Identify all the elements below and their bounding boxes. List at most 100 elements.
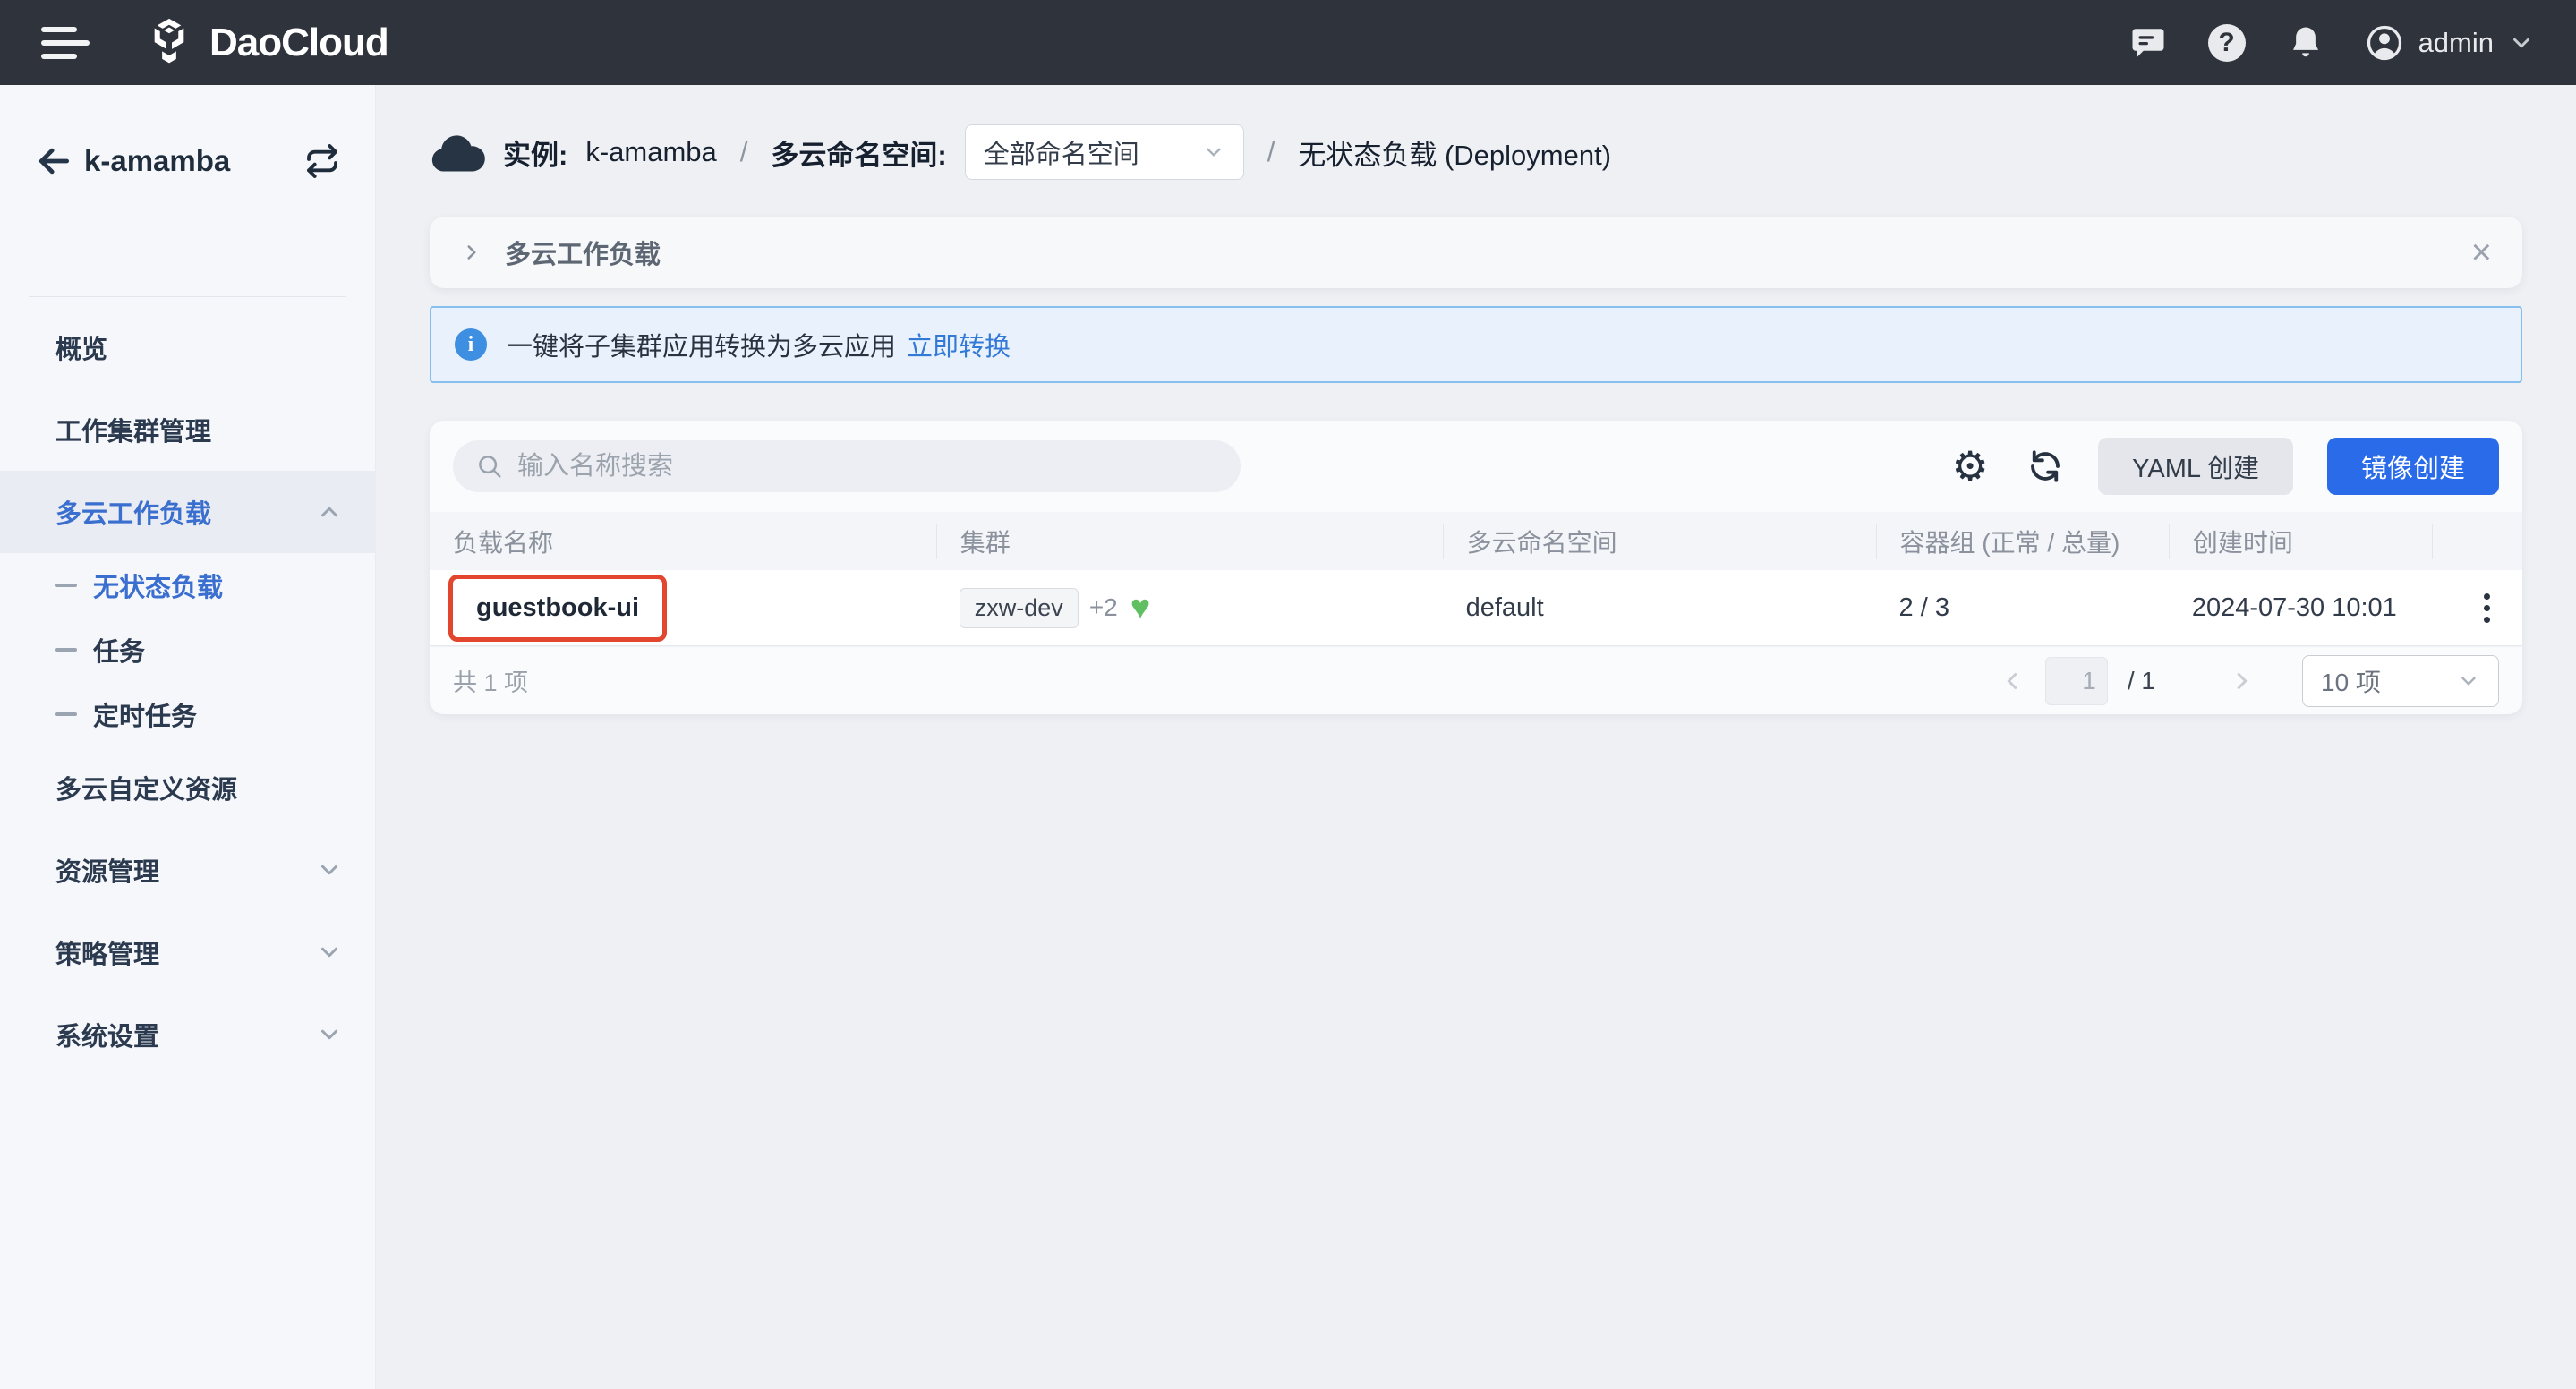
column-header-created: 创建时间 bbox=[2169, 524, 2433, 559]
topbar: DaoCloud ? admin bbox=[0, 0, 2576, 85]
annotation-highlight-box: guestbook-ui bbox=[448, 575, 667, 642]
banner-text: 一键将子集群应用转换为多云应用 bbox=[507, 326, 896, 363]
sidebar-item-system-settings[interactable]: 系统设置 bbox=[0, 993, 375, 1076]
cloud-icon bbox=[430, 130, 485, 175]
page-number-input[interactable] bbox=[2045, 657, 2108, 705]
chevron-down-icon bbox=[316, 939, 343, 966]
sidebar-header: k-amamba bbox=[0, 125, 375, 197]
help-icon[interactable]: ? bbox=[2207, 23, 2247, 63]
namespace-select[interactable]: 全部命名空间 bbox=[965, 124, 1244, 180]
dash-icon bbox=[55, 712, 77, 716]
page-title: 无状态负载 (Deployment) bbox=[1298, 132, 1611, 173]
page-total: / 1 bbox=[2128, 667, 2155, 695]
chevron-down-icon bbox=[2457, 669, 2480, 693]
namespace-selected-value: 全部命名空间 bbox=[984, 133, 1139, 171]
sidebar-item-label: 概览 bbox=[55, 328, 107, 366]
chevron-right-icon[interactable] bbox=[460, 241, 483, 264]
message-icon[interactable] bbox=[2128, 23, 2168, 63]
dash-icon bbox=[55, 648, 77, 652]
chevron-down-icon bbox=[316, 1021, 343, 1048]
yaml-create-button[interactable]: YAML 创建 bbox=[2098, 438, 2293, 495]
table-header: 负载名称 集群 多云命名空间 容器组 (正常 / 总量) 创建时间 bbox=[430, 512, 2522, 570]
sidebar-item-multicloud-workloads[interactable]: 多云工作负载 bbox=[0, 471, 375, 553]
pods-cell: 2 / 3 bbox=[1876, 593, 2169, 623]
namespace-cell: default bbox=[1443, 593, 1876, 623]
sidebar-item-overview[interactable]: 概览 bbox=[0, 306, 375, 388]
column-header-pods: 容器组 (正常 / 总量) bbox=[1876, 524, 2169, 559]
created-cell: 2024-07-30 10:01 bbox=[2169, 593, 2433, 623]
column-header-name: 负载名称 bbox=[430, 524, 936, 559]
column-header-actions bbox=[2432, 524, 2522, 559]
sidebar-item-multicloud-custom-resources[interactable]: 多云自定义资源 bbox=[0, 746, 375, 829]
namespace-label: 多云命名空间: bbox=[771, 132, 946, 173]
image-create-button[interactable]: 镜像创建 bbox=[2327, 438, 2499, 495]
page-size-value: 10 项 bbox=[2321, 663, 2381, 699]
search-icon bbox=[476, 453, 503, 480]
table-row: guestbook-ui zxw-dev +2 ♥ default 2 / 3 … bbox=[430, 570, 2522, 646]
search-box bbox=[453, 440, 1241, 492]
health-heart-icon: ♥ bbox=[1130, 591, 1151, 625]
table-footer: 共 1 项 / 1 10 项 bbox=[430, 646, 2522, 714]
kebab-menu-icon[interactable] bbox=[2471, 584, 2503, 632]
back-arrow-icon[interactable] bbox=[32, 140, 75, 183]
user-name: admin bbox=[2418, 27, 2494, 59]
notification-bell-icon[interactable] bbox=[2286, 23, 2325, 63]
cluster-tag[interactable]: zxw-dev bbox=[960, 588, 1079, 628]
sidebar-item-label: 策略管理 bbox=[55, 933, 159, 971]
pagination: / 1 10 项 bbox=[1999, 655, 2499, 707]
sidebar-item-stateless-workloads[interactable]: 无状态负载 bbox=[0, 553, 375, 618]
hamburger-menu-icon[interactable] bbox=[41, 23, 91, 63]
sidebar-nav: 概览 工作集群管理 多云工作负载 无状态负载 任务 定时任务 多 bbox=[0, 306, 375, 1076]
sidebar-item-label: 系统设置 bbox=[55, 1016, 159, 1053]
breadcrumb-separator: / bbox=[1267, 136, 1275, 168]
help-glyph: ? bbox=[2208, 24, 2246, 62]
gear-glyph: ⚙ bbox=[1952, 446, 1989, 487]
page-size-select[interactable]: 10 项 bbox=[2302, 655, 2499, 707]
cluster-extra-count: +2 bbox=[1089, 593, 1118, 622]
sidebar-item-label: 无状态负载 bbox=[93, 567, 223, 604]
daocloud-cube-icon bbox=[143, 17, 195, 69]
workload-name-cell: guestbook-ui bbox=[430, 575, 936, 642]
next-page-icon[interactable] bbox=[2229, 668, 2256, 694]
actions-cell bbox=[2432, 584, 2522, 632]
instance-label: 实例: bbox=[503, 132, 567, 173]
sidebar-item-label: 资源管理 bbox=[55, 851, 159, 889]
chevron-up-icon bbox=[316, 499, 343, 525]
chevron-down-icon bbox=[1202, 141, 1225, 164]
cluster-cell: zxw-dev +2 ♥ bbox=[936, 588, 1443, 628]
sidebar-item-cronjobs[interactable]: 定时任务 bbox=[0, 682, 375, 746]
sidebar-item-resource-mgmt[interactable]: 资源管理 bbox=[0, 829, 375, 911]
user-menu[interactable]: admin bbox=[2365, 23, 2535, 63]
switch-cluster-icon[interactable] bbox=[302, 141, 343, 182]
workload-name-link[interactable]: guestbook-ui bbox=[476, 593, 639, 623]
total-count: 共 1 项 bbox=[453, 663, 528, 698]
gear-icon[interactable]: ⚙ bbox=[1948, 444, 1992, 489]
sidebar-item-jobs[interactable]: 任务 bbox=[0, 618, 375, 682]
daocloud-app: DaoCloud ? admin bbox=[0, 0, 2576, 1389]
sidebar-divider bbox=[29, 296, 346, 297]
sidebar: k-amamba 概览 工作集群管理 多云工作负载 无状态负载 bbox=[0, 85, 376, 1389]
sidebar-item-label: 多云自定义资源 bbox=[55, 769, 237, 806]
sidebar-item-label: 任务 bbox=[93, 631, 145, 669]
logo: DaoCloud bbox=[143, 17, 388, 69]
card-toolbar: ⚙ YAML 创建 镜像创建 bbox=[430, 421, 2522, 512]
cluster-title: k-amamba bbox=[84, 144, 230, 178]
close-icon[interactable]: × bbox=[2471, 234, 2492, 270]
topbar-actions: ? admin bbox=[2128, 23, 2535, 63]
convert-now-link[interactable]: 立即转换 bbox=[907, 326, 1011, 363]
sidebar-item-policy-mgmt[interactable]: 策略管理 bbox=[0, 911, 375, 993]
chevron-down-icon bbox=[316, 856, 343, 883]
toolbar-actions: ⚙ YAML 创建 镜像创建 bbox=[1948, 438, 2499, 495]
refresh-icon[interactable] bbox=[2023, 444, 2068, 489]
workload-card: ⚙ YAML 创建 镜像创建 负载名称 集群 多云命名空间 容器组 (正常 / … bbox=[430, 421, 2522, 714]
info-icon: i bbox=[455, 328, 487, 361]
column-header-cluster: 集群 bbox=[936, 524, 1443, 559]
search-input[interactable] bbox=[517, 452, 1217, 481]
prev-page-icon[interactable] bbox=[1999, 668, 2026, 694]
breadcrumb-separator: / bbox=[740, 136, 748, 168]
app-name: DaoCloud bbox=[209, 21, 388, 65]
sidebar-item-label: 多云工作负载 bbox=[55, 493, 211, 531]
sidebar-item-work-cluster-mgmt[interactable]: 工作集群管理 bbox=[0, 388, 375, 471]
info-banner: i 一键将子集群应用转换为多云应用 立即转换 bbox=[430, 306, 2522, 383]
breadcrumb: 实例: k-amamba / 多云命名空间: 全部命名空间 / 无状态负载 (D… bbox=[430, 112, 2522, 192]
